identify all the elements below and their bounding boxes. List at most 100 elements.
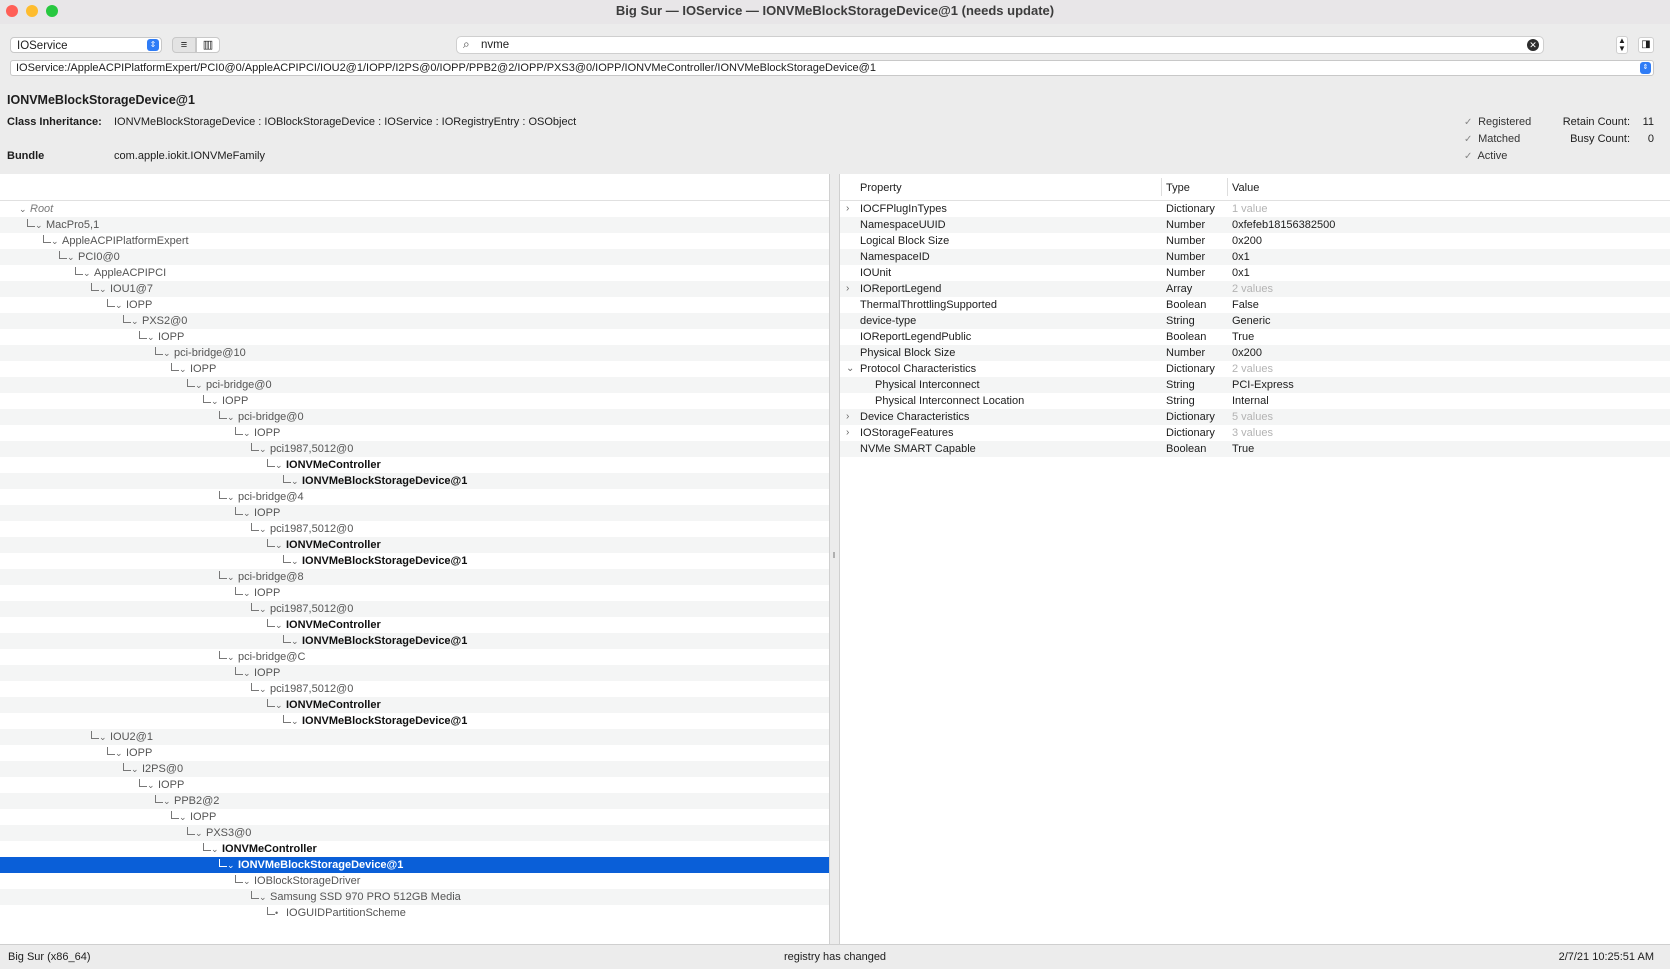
registry-tree-pane[interactable]: ⌄ Root ⌄ MacPro5,1 ⌄ AppleACPIPlatformExpert ⌄… [0,174,830,944]
disclosure-chevron-icon[interactable]: ⌄ [259,521,267,537]
property-value[interactable]: False [1232,297,1259,313]
tree-row[interactable]: ⌄ IONVMeBlockStorageDevice@1 [0,633,829,649]
disclosure-chevron-icon[interactable]: ⌄ [147,329,155,345]
list-view-button[interactable]: ≡ [172,37,196,53]
property-column-header[interactable]: Property [860,182,902,194]
tree-row[interactable]: ⌄ IOPP [0,505,829,521]
disclosure-chevron-icon[interactable]: ⌄ [227,409,235,425]
search-field[interactable]: ⌕ nvme ✕ [456,36,1544,54]
disclosure-chevron-icon[interactable]: ⌄ [227,649,235,665]
close-button[interactable] [6,5,18,17]
tree-row[interactable]: ⌄ PCI0@0 [0,249,829,265]
chevron-right-icon[interactable]: › [846,201,849,217]
tree-row[interactable]: ⌄ IOU2@1 [0,729,829,745]
tree-row[interactable]: ⌄ IONVMeController [0,841,829,857]
column-view-button[interactable]: ▥ [196,37,220,53]
property-value[interactable]: Internal [1232,393,1269,409]
property-value[interactable]: 0x200 [1232,345,1262,361]
disclosure-chevron-icon[interactable]: ⌄ [243,585,251,601]
registry-path-popup[interactable]: IOService:/AppleACPIPlatformExpert/PCI0@… [10,60,1654,76]
tree-row[interactable]: ⌄ AppleACPIPCI [0,265,829,281]
tree-row[interactable]: ⌄ PXS3@0 [0,825,829,841]
disclosure-chevron-icon[interactable]: ⌄ [227,489,235,505]
tree-row[interactable]: ⌄ PXS2@0 [0,313,829,329]
disclosure-chevron-icon[interactable]: ⌄ [291,633,299,649]
tree-row[interactable]: ⌄ pci-bridge@0 [0,377,829,393]
tree-row[interactable]: ⌄ IONVMeController [0,617,829,633]
disclosure-chevron-icon[interactable]: ⌄ [259,681,267,697]
property-row[interactable]: › Device Characteristics Dictionary 5 value… [840,409,1670,425]
tree-row[interactable]: ⌄ IOPP [0,745,829,761]
property-value[interactable]: 0x1 [1232,249,1250,265]
disclosure-chevron-icon[interactable]: ⌄ [99,281,107,297]
disclosure-chevron-icon[interactable]: ⌄ [243,505,251,521]
tree-row[interactable]: ⌄ IONVMeBlockStorageDevice@1 [0,857,829,873]
disclosure-chevron-icon[interactable]: ⌄ [275,537,283,553]
disclosure-chevron-icon[interactable]: ⌄ [211,841,219,857]
property-row[interactable]: Physical Interconnect Location String Inte… [840,393,1670,409]
property-value[interactable]: PCI-Express [1232,377,1294,393]
property-row[interactable]: ⌄ Protocol Characteristics Dictionary 2 val… [840,361,1670,377]
tree-row[interactable]: ⌄ IOPP [0,393,829,409]
disclosure-chevron-icon[interactable]: ⌄ [227,857,235,873]
split-view-divider[interactable] [830,174,838,944]
tree-row[interactable]: ⌄ I2PS@0 [0,761,829,777]
property-row[interactable]: Physical Interconnect String PCI-Express [840,377,1670,393]
chevron-right-icon[interactable]: › [846,281,849,297]
tree-row[interactable]: ⌄ pci-bridge@0 [0,409,829,425]
disclosure-chevron-icon[interactable]: ⌄ [243,873,251,889]
tree-row[interactable]: ⌄ IONVMeController [0,457,829,473]
tree-row[interactable]: ⌄ IOPP [0,777,829,793]
property-value[interactable]: 0xfefeb18156382500 [1232,217,1335,233]
tree-row[interactable]: ⌄ PPB2@2 [0,793,829,809]
disclosure-chevron-icon[interactable]: ⌄ [195,377,203,393]
disclosure-chevron-icon[interactable]: ⌄ [99,729,107,745]
minimize-button[interactable] [26,5,38,17]
property-row[interactable]: › IOCFPlugInTypes Dictionary 1 value [840,201,1670,217]
property-row[interactable]: NamespaceID Number 0x1 [840,249,1670,265]
tree-row[interactable]: ⌄ IOPP [0,665,829,681]
tree-row[interactable]: ⌄ pci-bridge@8 [0,569,829,585]
disclosure-chevron-icon[interactable]: ⌄ [163,345,171,361]
chevron-right-icon[interactable]: › [846,425,849,441]
property-value[interactable]: True [1232,441,1254,457]
tree-row[interactable]: ⌄ IOBlockStorageDriver [0,873,829,889]
tree-row[interactable]: ⌄ IOPP [0,297,829,313]
zoom-button[interactable] [46,5,58,17]
chevron-down-icon[interactable]: ⌄ [846,361,854,377]
disclosure-chevron-icon[interactable]: ⌄ [259,889,267,905]
disclosure-chevron-icon[interactable]: ⌄ [195,825,203,841]
properties-pane[interactable]: Property Type Value › IOCFPlugInTypes Dict… [839,174,1670,944]
tree-row[interactable]: ⌄ Root [0,201,829,217]
tree-row[interactable]: ⌄ AppleACPIPlatformExpert [0,233,829,249]
disclosure-chevron-icon[interactable]: ⌄ [35,217,43,233]
tree-row[interactable]: ⌄ pci-bridge@10 [0,345,829,361]
type-column-header[interactable]: Type [1166,182,1190,194]
disclosure-chevron-icon[interactable]: ⌄ [275,697,283,713]
chevron-right-icon[interactable]: › [846,409,849,425]
tree-row[interactable]: • IOGUIDPartitionScheme [0,905,829,921]
property-row[interactable]: IOUnit Number 0x1 [840,265,1670,281]
tree-row[interactable]: ⌄ pci1987,5012@0 [0,681,829,697]
disclosure-chevron-icon[interactable]: ⌄ [291,553,299,569]
disclosure-chevron-icon[interactable]: ⌄ [291,473,299,489]
disclosure-chevron-icon[interactable]: ⌄ [275,457,283,473]
tree-row[interactable]: ⌄ pci1987,5012@0 [0,521,829,537]
disclosure-chevron-icon[interactable]: ⌄ [211,393,219,409]
tree-row[interactable]: ⌄ IONVMeController [0,537,829,553]
tree-row[interactable]: ⌄ IONVMeBlockStorageDevice@1 [0,553,829,569]
tree-row[interactable]: ⌄ IOPP [0,585,829,601]
property-row[interactable]: device-type String Generic [840,313,1670,329]
property-row[interactable]: ThermalThrottlingSupported Boolean False [840,297,1670,313]
disclosure-chevron-icon[interactable]: ⌄ [291,713,299,729]
clear-search-icon[interactable]: ✕ [1527,39,1539,51]
property-row[interactable]: Physical Block Size Number 0x200 [840,345,1670,361]
plane-popup[interactable]: IOService ⇕ [10,37,162,53]
tree-row[interactable]: ⌄ IOPP [0,809,829,825]
disclosure-chevron-icon[interactable]: ⌄ [131,313,139,329]
disclosure-chevron-icon[interactable]: ⌄ [243,425,251,441]
disclosure-chevron-icon[interactable]: ⌄ [83,265,91,281]
disclosure-chevron-icon[interactable]: ⌄ [243,665,251,681]
disclosure-chevron-icon[interactable]: ⌄ [179,361,187,377]
value-column-header[interactable]: Value [1232,182,1259,194]
